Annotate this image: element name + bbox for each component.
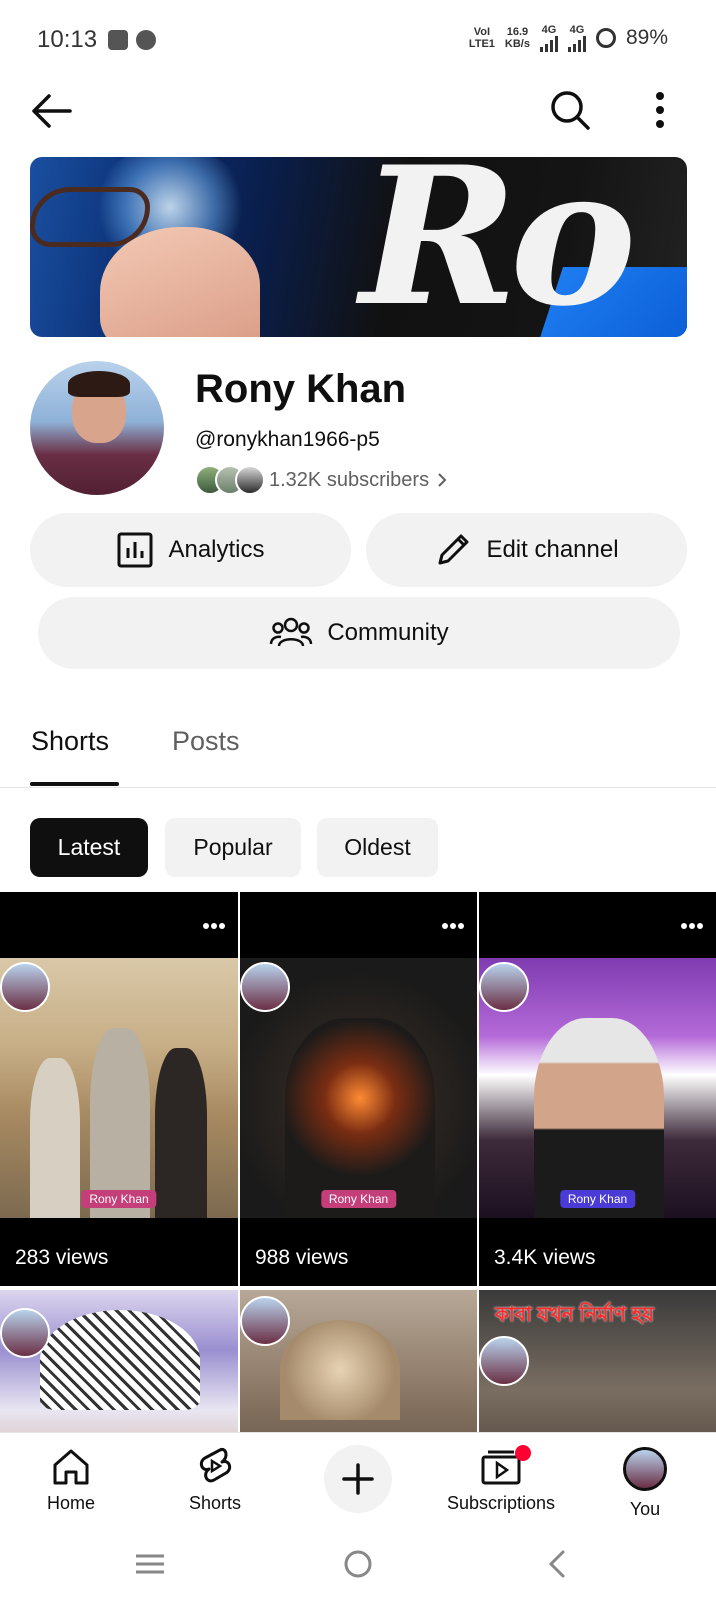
tab-shorts[interactable]: Shorts xyxy=(31,726,109,757)
analytics-button[interactable]: Analytics xyxy=(30,513,351,587)
network-type: VoI LTE1 xyxy=(468,26,495,50)
short-tile[interactable]: Rony Khan 283 views xyxy=(0,892,238,1286)
signal-bars-icon xyxy=(539,36,558,52)
short-tile[interactable] xyxy=(240,1290,477,1432)
nav-you[interactable]: You xyxy=(575,1433,715,1525)
bottom-navigation: Home Shorts Subscriptions You xyxy=(0,1432,716,1524)
tab-posts[interactable]: Posts xyxy=(172,726,240,757)
nav-label: Shorts xyxy=(188,1493,242,1513)
shorts-icon xyxy=(199,1447,232,1483)
nav-subscriptions[interactable]: Subscriptions xyxy=(431,1433,571,1525)
nav-label: Home xyxy=(46,1493,95,1513)
shorts-grid: Rony Khan 283 views Rony Khan 988 views … xyxy=(0,892,716,1432)
short-tile[interactable] xyxy=(0,1290,238,1432)
battery-icon xyxy=(595,28,616,48)
notification-dot xyxy=(515,1445,531,1461)
view-count: 283 views xyxy=(15,1246,109,1269)
battery-level: 89% xyxy=(625,26,668,49)
chevron-right-icon xyxy=(438,473,447,487)
menu-icon[interactable] xyxy=(132,1546,168,1582)
create-plus-icon xyxy=(342,1463,374,1495)
short-tile[interactable]: Rony Khan 988 views xyxy=(240,892,477,1286)
people-icon xyxy=(270,617,313,647)
filter-popular[interactable]: Popular xyxy=(165,818,301,877)
network-speed: 16.9 KB/s xyxy=(504,26,530,50)
more-horizontal-icon[interactable] xyxy=(202,922,226,930)
analytics-label: Analytics xyxy=(168,536,265,563)
more-horizontal-icon[interactable] xyxy=(680,922,704,930)
signal-bars-icon xyxy=(567,36,586,52)
more-horizontal-icon[interactable] xyxy=(441,922,465,930)
edit-channel-button[interactable]: Edit channel xyxy=(366,513,687,587)
notification-icons xyxy=(108,30,156,50)
nav-home[interactable]: Home xyxy=(1,1433,141,1525)
home-circle-icon[interactable] xyxy=(340,1546,376,1582)
brand-watermark: Rony Khan xyxy=(320,1190,397,1208)
avatar xyxy=(623,1447,667,1491)
message-icon xyxy=(108,30,128,50)
banner-sunglasses xyxy=(30,187,150,247)
avatar xyxy=(240,962,290,1012)
avatar xyxy=(479,1336,529,1386)
subscriber-avatars xyxy=(195,465,265,495)
back-chevron-icon[interactable] xyxy=(540,1546,576,1582)
filter-latest[interactable]: Latest xyxy=(30,818,148,877)
overlay-title: কাবা যখন নির্মাণ হয় xyxy=(495,1304,654,1326)
arrow-left-icon[interactable] xyxy=(30,92,72,130)
pencil-icon xyxy=(438,534,469,565)
short-tile[interactable]: কাবা যখন নির্মাণ হয় xyxy=(479,1290,716,1432)
facebook-icon xyxy=(136,30,156,50)
nav-label: Subscriptions xyxy=(446,1493,556,1513)
edit-channel-label: Edit channel xyxy=(486,536,619,563)
home-icon xyxy=(53,1449,89,1485)
active-tab-indicator xyxy=(30,782,119,786)
view-count: 3.4K views xyxy=(494,1246,596,1269)
avatar xyxy=(235,465,265,495)
status-indicators: VoI LTE1 16.9 KB/s 4G 4G 89% xyxy=(469,24,668,52)
channel-banner: Ro xyxy=(30,157,687,337)
filter-oldest[interactable]: Oldest xyxy=(317,818,438,877)
brand-watermark: Rony Khan xyxy=(81,1190,157,1208)
channel-tabs: Shorts Posts xyxy=(0,700,716,788)
more-vertical-icon[interactable] xyxy=(648,88,672,132)
nav-label: You xyxy=(629,1499,661,1519)
brand-watermark: Rony Khan xyxy=(559,1190,636,1208)
status-time: 10:13 xyxy=(37,26,98,53)
search-icon[interactable] xyxy=(548,88,592,132)
avatar xyxy=(479,962,529,1012)
signal-1: 4G xyxy=(539,24,558,52)
status-bar: 10:13 VoI LTE1 16.9 KB/s 4G 4G 89% xyxy=(0,0,716,80)
nav-shorts[interactable]: Shorts xyxy=(145,1433,285,1525)
subscribers-link[interactable]: 1.32K subscribers xyxy=(195,463,447,497)
channel-name: Rony Khan xyxy=(195,367,407,411)
top-app-bar xyxy=(0,80,716,142)
channel-handle: @ronykhan1966-p5 xyxy=(195,428,380,451)
community-label: Community xyxy=(327,619,449,646)
system-navigation xyxy=(0,1524,716,1600)
short-tile[interactable]: Rony Khan 3.4K views xyxy=(479,892,716,1286)
avatar xyxy=(0,962,50,1012)
subscriber-count: 1.32K subscribers xyxy=(269,468,430,491)
avatar xyxy=(240,1296,290,1346)
banner-logo: Ro xyxy=(360,157,637,337)
analytics-icon xyxy=(117,532,153,568)
community-button[interactable]: Community xyxy=(38,597,680,669)
view-count: 988 views xyxy=(255,1246,349,1269)
signal-2: 4G xyxy=(567,24,586,52)
create-button[interactable] xyxy=(324,1445,392,1513)
avatar xyxy=(0,1308,50,1358)
channel-avatar[interactable] xyxy=(30,361,164,495)
